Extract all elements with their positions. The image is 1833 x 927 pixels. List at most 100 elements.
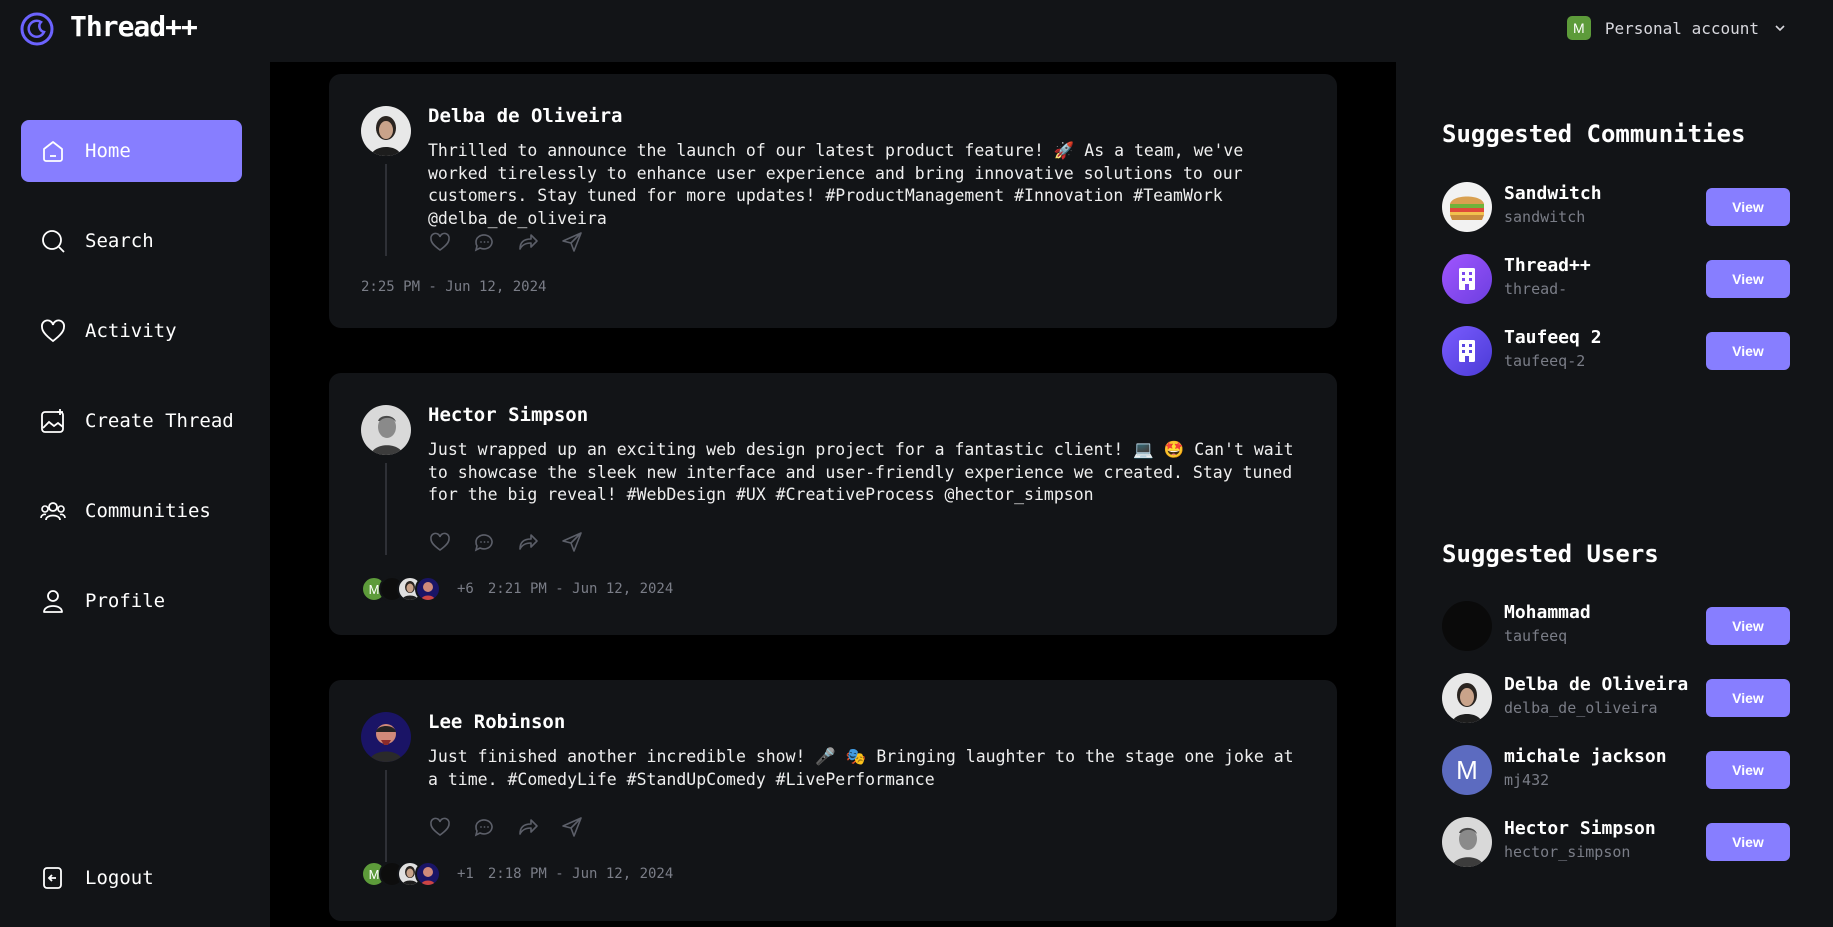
suggested-community-item: Thread++ thread- View	[1442, 254, 1792, 306]
user-name[interactable]: Delba de Oliveira	[1504, 674, 1688, 695]
right-sidebar: Suggested Communities Sandwitch sandwitc…	[1396, 62, 1833, 927]
sidebar-item-home[interactable]: Home	[21, 120, 242, 182]
thread-content: Just wrapped up an exciting web design p…	[428, 440, 1294, 504]
user-avatar[interactable]	[1442, 673, 1492, 723]
account-label: Personal account	[1604, 18, 1759, 38]
replier-avatar	[415, 576, 441, 602]
view-user-button[interactable]: View	[1706, 679, 1790, 717]
user-avatar[interactable]: M	[1442, 745, 1492, 795]
communities-icon	[40, 502, 66, 521]
app-name[interactable]: Thread++	[70, 10, 198, 43]
suggested-user-item: Hector Simpson hector_simpson View	[1442, 817, 1792, 869]
sidebar-item-create-thread[interactable]: Create Thread	[21, 390, 242, 452]
thread-meta: M +6 2:21 PM - Jun 12, 2024	[361, 576, 673, 602]
user-name[interactable]: Mohammad	[1504, 602, 1591, 623]
user-handle: delba_de_oliveira	[1504, 699, 1658, 717]
reply-count[interactable]: +1	[457, 866, 474, 882]
building-icon[interactable]	[1442, 326, 1492, 376]
thread-actions	[428, 230, 584, 254]
thread-actions	[428, 530, 584, 554]
author-avatar[interactable]	[361, 712, 411, 762]
sidebar-item-activity[interactable]: Activity	[21, 300, 242, 362]
thread-actions	[428, 815, 584, 839]
reply-icon[interactable]	[472, 230, 496, 254]
thread-content: Just finished another incredible show! 🎤…	[428, 747, 1294, 789]
thread-timestamp: 2:18 PM - Jun 12, 2024	[487, 866, 674, 882]
thread-meta: 2:25 PM - Jun 12, 2024	[361, 279, 546, 295]
sidebar-item-label: Create Thread	[85, 410, 234, 432]
share-icon[interactable]	[560, 230, 584, 254]
thread-feed: Delba de Oliveira Thrilled to announce t…	[270, 62, 1396, 927]
author-avatar[interactable]	[361, 106, 411, 156]
like-icon[interactable]	[428, 530, 452, 554]
share-icon[interactable]	[560, 815, 584, 839]
suggested-communities-title: Suggested Communities	[1442, 120, 1746, 148]
view-community-button[interactable]: View	[1706, 260, 1790, 298]
thread-content: Thrilled to announce the launch of our l…	[428, 141, 1244, 228]
suggested-community-item: Taufeeq 2 taufeeq-2 View	[1442, 326, 1792, 378]
sandwich-icon[interactable]	[1442, 182, 1492, 232]
account-switcher[interactable]: M Personal account	[1566, 16, 1787, 40]
sidebar-item-label: Profile	[85, 590, 166, 612]
thread-card[interactable]: Lee Robinson Just finished another incre…	[329, 680, 1337, 921]
sidebar-item-communities[interactable]: Communities	[21, 480, 242, 542]
replier-avatar	[415, 861, 441, 887]
thread-line	[385, 770, 387, 862]
repost-icon[interactable]	[516, 815, 540, 839]
author-name[interactable]: Lee Robinson	[428, 711, 565, 733]
sidebar-item-profile[interactable]: Profile	[21, 570, 242, 632]
like-icon[interactable]	[428, 815, 452, 839]
view-user-button[interactable]: View	[1706, 823, 1790, 861]
community-handle: taufeeq-2	[1504, 352, 1586, 370]
author-name[interactable]: Delba de Oliveira	[428, 105, 622, 127]
repost-icon[interactable]	[516, 530, 540, 554]
left-sidebar: Home Search Activity Create Thread Commu…	[0, 62, 270, 927]
logout-button[interactable]: Logout	[21, 847, 242, 909]
view-user-button[interactable]: View	[1706, 607, 1790, 645]
suggested-community-item: Sandwitch sandwitch View	[1442, 182, 1792, 234]
thread-card[interactable]: Hector Simpson Just wrapped up an exciti…	[329, 373, 1337, 635]
user-avatar[interactable]	[1442, 817, 1492, 867]
community-handle: thread-	[1504, 280, 1568, 298]
reply-icon[interactable]	[472, 815, 496, 839]
suggested-users-title: Suggested Users	[1442, 540, 1659, 568]
community-name[interactable]: Thread++	[1504, 255, 1591, 276]
sidebar-item-label: Activity	[85, 320, 177, 342]
top-bar: Thread++ M Personal account	[0, 0, 1833, 62]
user-handle: mj432	[1504, 771, 1550, 789]
logout-label: Logout	[85, 867, 154, 889]
replier-avatars[interactable]: M	[361, 576, 441, 602]
reply-count[interactable]: +6	[457, 581, 474, 597]
community-name[interactable]: Taufeeq 2	[1504, 327, 1602, 348]
chevron-down-icon	[1775, 25, 1785, 32]
user-name[interactable]: michale jackson	[1504, 746, 1667, 767]
building-icon[interactable]	[1442, 254, 1492, 304]
repost-icon[interactable]	[516, 230, 540, 254]
suggested-user-item: M michale jackson mj432 View	[1442, 745, 1792, 797]
author-avatar[interactable]	[361, 405, 411, 455]
reply-icon[interactable]	[472, 530, 496, 554]
account-avatar: M	[1566, 16, 1591, 40]
community-handle: sandwitch	[1504, 208, 1586, 226]
like-icon[interactable]	[428, 230, 452, 254]
view-user-button[interactable]: View	[1706, 751, 1790, 789]
search-icon	[42, 230, 65, 253]
logo-icon[interactable]	[20, 12, 54, 46]
thread-line	[385, 463, 387, 555]
share-icon[interactable]	[560, 530, 584, 554]
thread-card[interactable]: Delba de Oliveira Thrilled to announce t…	[329, 74, 1337, 328]
replier-avatars[interactable]: M	[361, 861, 441, 887]
user-avatar[interactable]	[1442, 601, 1492, 651]
sidebar-item-search[interactable]: Search	[21, 210, 242, 272]
thread-timestamp: 2:21 PM - Jun 12, 2024	[487, 581, 674, 597]
sidebar-item-label: Home	[85, 140, 131, 162]
logout-icon	[43, 867, 62, 889]
create-thread-icon	[41, 409, 64, 433]
heart-icon	[41, 319, 65, 343]
view-community-button[interactable]: View	[1706, 188, 1790, 226]
author-name[interactable]: Hector Simpson	[428, 404, 588, 426]
community-name[interactable]: Sandwitch	[1504, 183, 1602, 204]
view-community-button[interactable]: View	[1706, 332, 1790, 370]
thread-timestamp: 2:25 PM - Jun 12, 2024	[361, 279, 547, 295]
user-name[interactable]: Hector Simpson	[1504, 818, 1656, 839]
